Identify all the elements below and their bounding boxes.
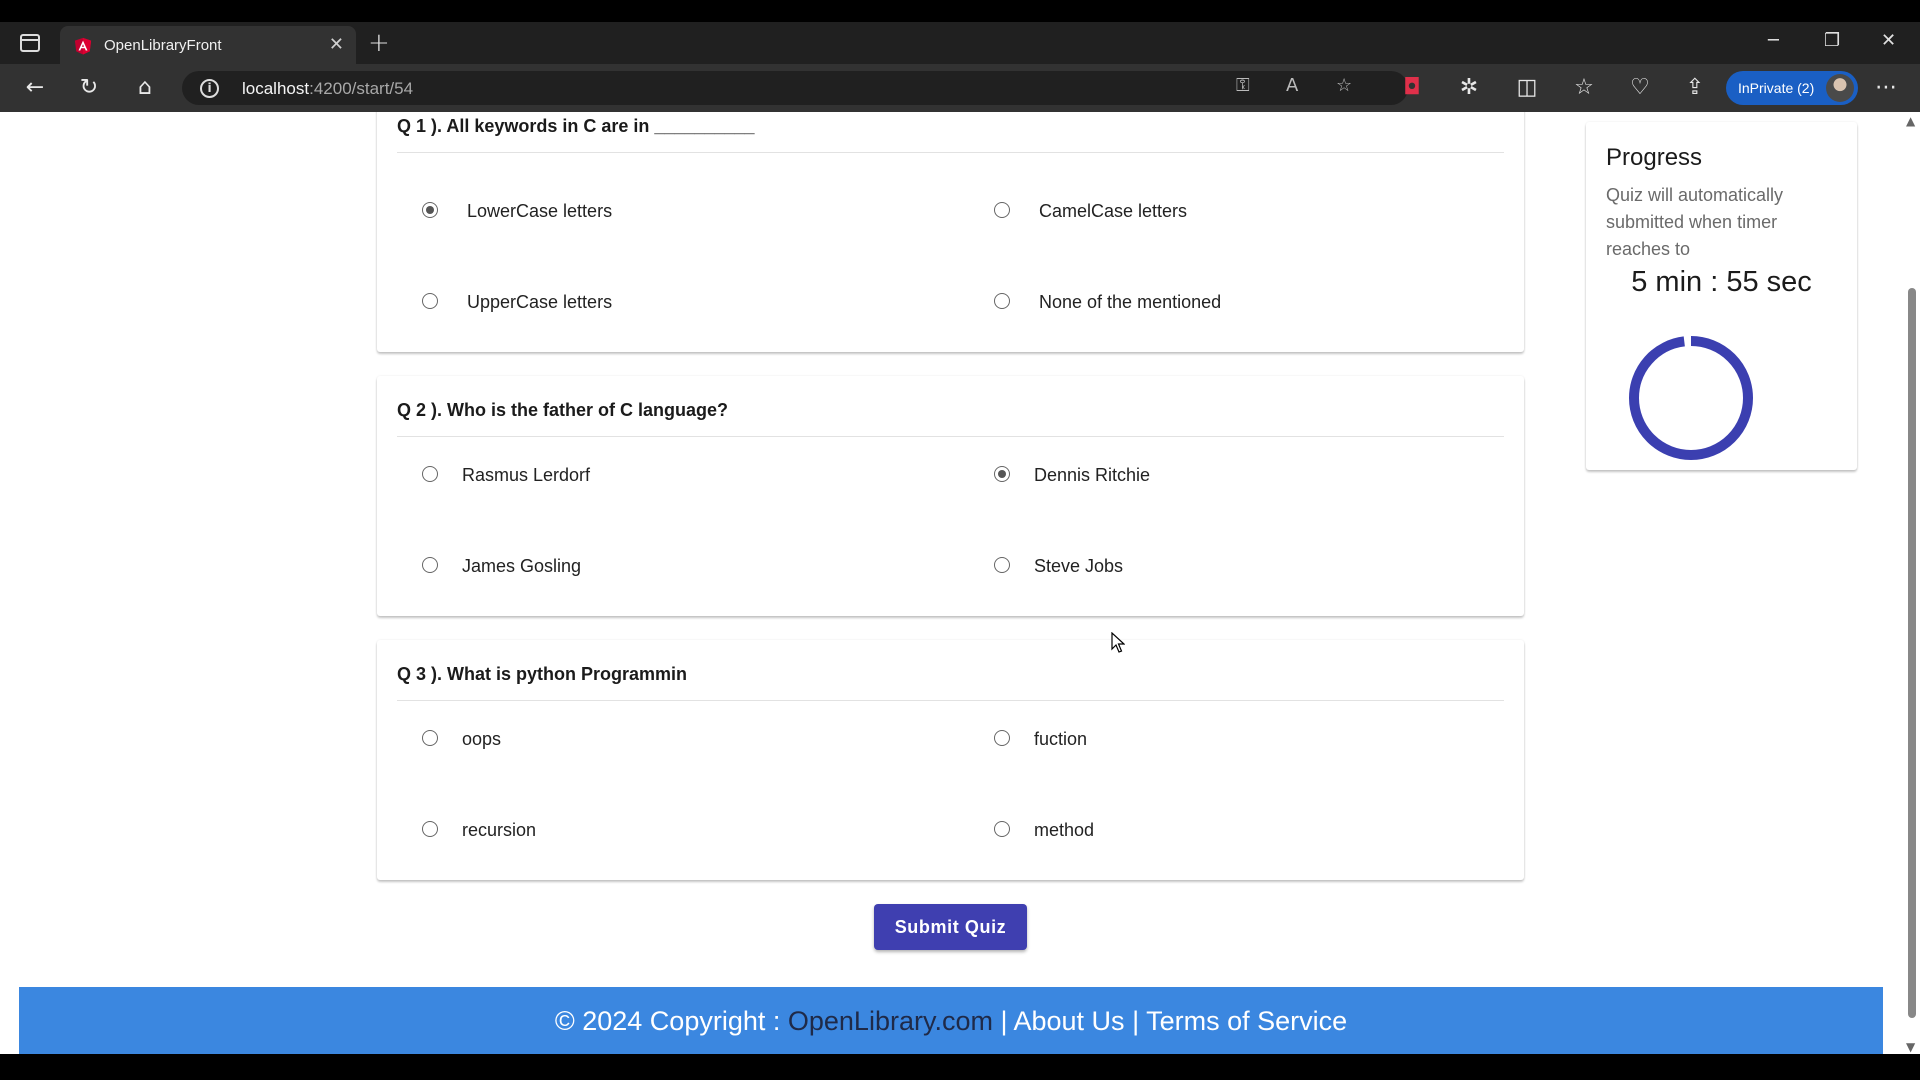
radio-button[interactable] [422, 293, 438, 309]
question-title: Q 3 ). What is python Programmin [397, 664, 688, 684]
submit-quiz-button[interactable]: Submit Quiz [874, 904, 1027, 950]
favorite-star-icon[interactable]: ☆ [1336, 75, 1352, 96]
split-screen-icon[interactable]: ◫ [1513, 74, 1541, 102]
browser-tab-bar: OpenLibraryFront ✕ + ─ ❐ ✕ [0, 22, 1920, 64]
scrollbar-thumb[interactable] [1908, 288, 1916, 1018]
progress-panel: Progress Quiz will automatically submitt… [1586, 122, 1857, 470]
quiz-page: Q 1 ). All keywords in C are in ________… [0, 112, 1904, 1054]
option-label: UpperCase letters [467, 292, 613, 312]
more-menu-icon[interactable]: ⋯ [1872, 74, 1900, 102]
reload-icon[interactable]: ↻ [75, 74, 103, 102]
question-card-1: Q 1 ). All keywords in C are in ________… [377, 112, 1524, 352]
tab-actions-icon[interactable] [20, 34, 40, 52]
angular-favicon-icon [74, 37, 92, 55]
radio-button[interactable] [422, 466, 438, 482]
option-label: None of the mentioned [1039, 292, 1222, 312]
read-aloud-icon[interactable]: A [1286, 75, 1298, 96]
url-text[interactable]: localhost:4200/start/54 [242, 79, 413, 99]
new-tab-button[interactable]: + [368, 28, 390, 58]
share-icon[interactable]: ⇪ [1681, 74, 1709, 102]
option-label: method [1034, 820, 1095, 840]
radio-button[interactable] [422, 730, 438, 746]
question-card-3: Q 3 ). What is python Programmin oops fu… [377, 640, 1524, 880]
pocket-extension-icon[interactable]: ◘ [1398, 74, 1426, 102]
progress-title: Progress [1606, 144, 1703, 171]
avatar [1826, 74, 1854, 102]
question-card-2: Q 2 ). Who is the father of C language? … [377, 376, 1524, 616]
password-key-icon[interactable]: ⚿ [1236, 75, 1250, 96]
radio-button[interactable] [994, 821, 1010, 837]
option-label: Steve Jobs [1034, 556, 1124, 576]
extensions-icon[interactable]: ✲ [1455, 74, 1483, 102]
back-icon[interactable]: ← [21, 74, 49, 102]
address-bar[interactable]: i localhost:4200/start/54 ⚿ A ☆ [182, 71, 1408, 105]
radio-button[interactable] [994, 466, 1010, 482]
close-tab-icon[interactable]: ✕ [329, 34, 344, 55]
progress-ring-arc [1629, 336, 1753, 460]
progress-description: Quiz will automatically submitted when t… [1606, 185, 1784, 259]
countdown-timer: 5 min : 55 sec [1631, 266, 1812, 298]
footer: © 2024 Copyright : OpenLibrary.com | Abo… [19, 987, 1883, 1054]
site-info-icon[interactable]: i [200, 79, 219, 98]
tab-title: OpenLibraryFront [104, 37, 222, 54]
radio-button[interactable] [422, 821, 438, 837]
browser-toolbar: ← ↻ ⌂ i localhost:4200/start/54 ⚿ A ☆ ◘ … [0, 64, 1920, 112]
inprivate-profile-button[interactable]: InPrivate (2) [1726, 71, 1858, 105]
radio-button[interactable] [994, 730, 1010, 746]
option-label: oops [462, 729, 502, 749]
inprivate-label: InPrivate (2) [1738, 80, 1815, 96]
mouse-cursor-icon [1111, 632, 1125, 653]
minimize-icon[interactable]: ─ [1768, 30, 1779, 51]
option-label: Rasmus Lerdorf [462, 465, 591, 485]
footer-text: © 2024 Copyright : OpenLibrary.com | Abo… [19, 1006, 1883, 1037]
scroll-up-icon[interactable]: ▲ [1906, 114, 1915, 128]
option-label: recursion [462, 820, 537, 840]
browser-essentials-icon[interactable]: ♡ [1626, 74, 1654, 102]
progress-spinner [1629, 336, 1753, 460]
divider [397, 700, 1504, 701]
question-title: Q 1 ). All keywords in C are in ________… [397, 116, 755, 136]
scroll-down-icon[interactable]: ▼ [1906, 1040, 1915, 1054]
radio-button[interactable] [422, 202, 438, 218]
page-scrollbar[interactable]: ▲ ▼ [1904, 112, 1920, 1054]
option-label: Dennis Ritchie [1034, 465, 1151, 485]
radio-button[interactable] [994, 293, 1010, 309]
radio-button[interactable] [994, 202, 1010, 218]
separator: | [1124, 1006, 1147, 1036]
question-title: Q 2 ). Who is the father of C language? [397, 400, 729, 420]
site-link[interactable]: OpenLibrary.com [788, 1006, 993, 1036]
browser-tab[interactable]: OpenLibraryFront ✕ [60, 26, 356, 64]
home-icon[interactable]: ⌂ [131, 74, 159, 102]
option-label: James Gosling [462, 556, 582, 576]
copyright-text: © 2024 Copyright : [554, 1006, 788, 1036]
radio-button[interactable] [994, 557, 1010, 573]
favorites-icon[interactable]: ☆ [1570, 74, 1598, 102]
divider [397, 436, 1504, 437]
radio-button[interactable] [422, 557, 438, 573]
separator: | [992, 1006, 1014, 1036]
restore-icon[interactable]: ❐ [1824, 30, 1840, 51]
close-window-icon[interactable]: ✕ [1881, 30, 1896, 51]
option-label: fuction [1034, 729, 1088, 749]
option-label: LowerCase letters [467, 201, 613, 221]
option-label: CamelCase letters [1039, 201, 1188, 221]
terms-of-service-link[interactable]: Terms of Service [1146, 1006, 1347, 1036]
divider [397, 152, 1504, 153]
about-us-link[interactable]: About Us [1014, 1006, 1125, 1036]
